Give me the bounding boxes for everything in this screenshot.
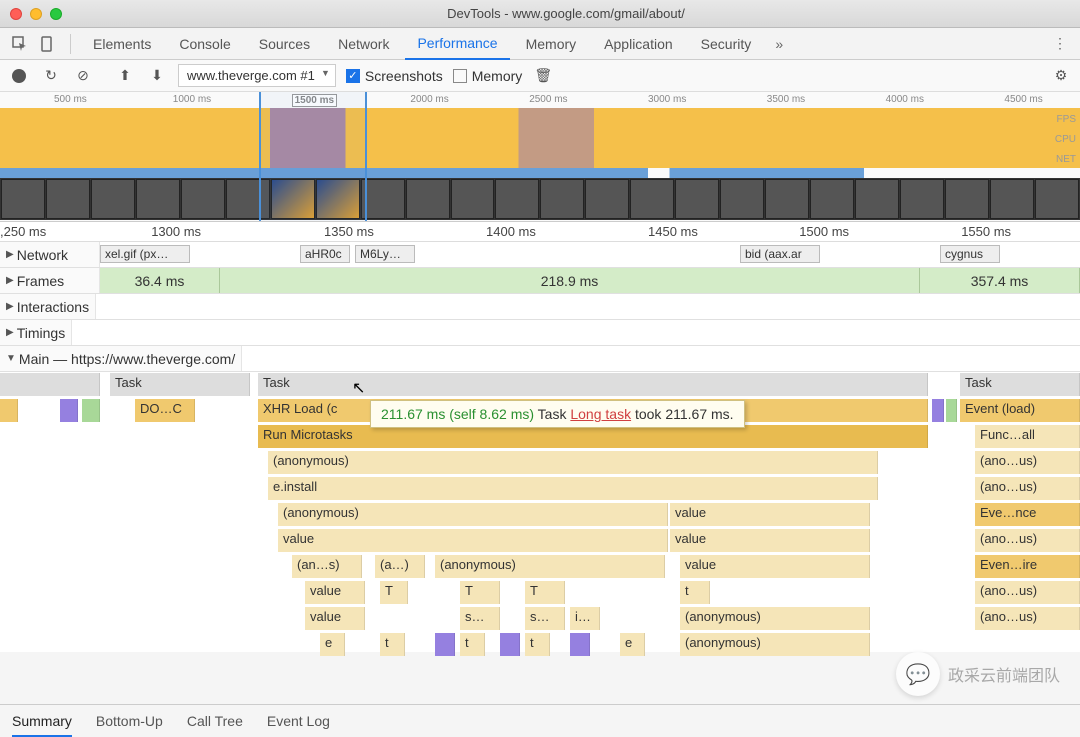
device-icon[interactable] [36,32,60,56]
overview-graph [0,108,1080,168]
overview-ruler: 500 ms 1000 ms 1500 ms 2000 ms 2500 ms 3… [0,92,1080,108]
tab-console[interactable]: Console [167,28,242,60]
kebab-menu-icon[interactable]: ⋮ [1048,32,1072,56]
main-track-header[interactable]: ▼Main — https://www.theverge.com/ [0,346,1080,372]
inspect-icon[interactable] [8,32,32,56]
overview-labels: FPS CPU NET [1055,110,1076,170]
tab-performance[interactable]: Performance [405,28,509,60]
record-button[interactable] [8,65,30,87]
record-toolbar: ↻ ⊘ ⬆ ⬇ www.theverge.com #1 ✓ Screenshot… [0,60,1080,92]
titlebar: DevTools - www.google.com/gmail/about/ [0,0,1080,28]
trash-icon[interactable]: 🗑 [532,65,554,87]
overview-selection[interactable] [259,92,367,221]
interactions-track[interactable]: ▶Interactions [0,294,1080,320]
frames-track[interactable]: ▶Frames 36.4 ms 218.9 ms 357.4 ms [0,268,1080,294]
reload-icon[interactable]: ↻ [40,65,62,87]
clear-icon[interactable]: ⊘ [72,65,94,87]
upload-icon[interactable]: ⬆ [114,65,136,87]
detail-ruler: ,250 ms 1300 ms 1350 ms 1400 ms 1450 ms … [0,222,1080,242]
network-track[interactable]: ▶Network xel.gif (px… aHR0c M6Ly… bid (a… [0,242,1080,268]
tab-application[interactable]: Application [592,28,685,60]
window-title: DevTools - www.google.com/gmail/about/ [62,6,1070,21]
bottom-tabs: Summary Bottom-Up Call Tree Event Log [0,704,1080,736]
more-tabs-icon[interactable]: » [767,32,791,56]
tab-elements[interactable]: Elements [81,28,163,60]
tab-eventlog[interactable]: Event Log [267,713,330,729]
tab-sources[interactable]: Sources [247,28,322,60]
tab-summary[interactable]: Summary [12,713,72,737]
cursor-icon: ↖ [352,378,365,398]
tab-network[interactable]: Network [326,28,401,60]
tab-calltree[interactable]: Call Tree [187,713,243,729]
minimize-window[interactable] [30,8,42,20]
memory-checkbox[interactable]: Memory [453,68,523,84]
maximize-window[interactable] [50,8,62,20]
tab-memory[interactable]: Memory [514,28,589,60]
tab-security[interactable]: Security [689,28,764,60]
panel-tabs: Elements Console Sources Network Perform… [0,28,1080,60]
traffic-lights [10,8,62,20]
overview-pane[interactable]: 500 ms 1000 ms 1500 ms 2000 ms 2500 ms 3… [0,92,1080,222]
screenshot-thumbnails [0,178,1080,220]
wechat-icon: 💬 [896,652,940,696]
screenshots-checkbox[interactable]: ✓ Screenshots [346,68,443,84]
watermark: 💬 政采云前端团队 [896,652,1060,696]
close-window[interactable] [10,8,22,20]
tab-bottomup[interactable]: Bottom-Up [96,713,163,729]
recording-select[interactable]: www.theverge.com #1 [178,64,336,87]
gear-icon[interactable]: ⚙ [1050,65,1072,87]
download-icon[interactable]: ⬇ [146,65,168,87]
flame-chart[interactable]: Task Task Task DO…C XHR Load (c Event (l… [0,372,1080,652]
task-tooltip: 211.67 ms (self 8.62 ms) Task Long task … [370,400,745,428]
timings-track[interactable]: ▶Timings [0,320,1080,346]
